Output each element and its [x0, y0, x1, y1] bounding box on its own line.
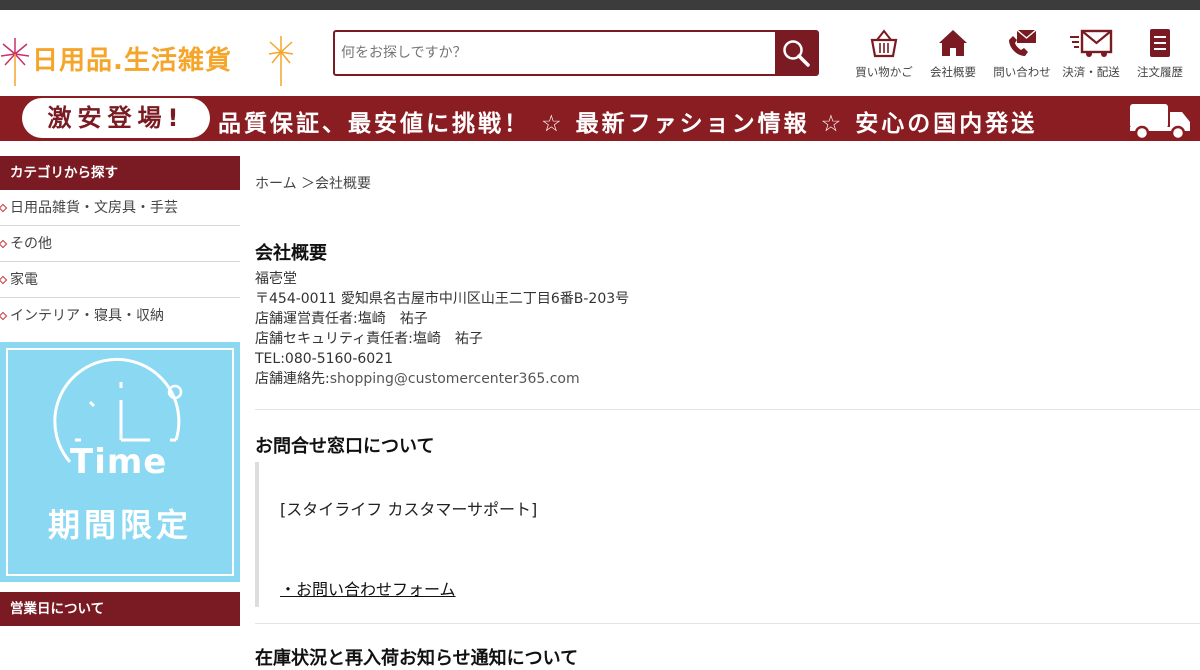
security-manager: 店舗セキュリティ責任者:塩崎 祐子	[255, 331, 483, 347]
category-list: 日用品雑貨・文房具・手芸 その他 家電 インテリア・寝具・収納	[0, 190, 240, 334]
nav-delivery-label: 決済・配送	[1062, 65, 1120, 79]
site-header: 日用品.生活雑貨 何をお探しですか？ 買い物かご 会社概要 問い合わせ 決済・配…	[0, 10, 1200, 96]
store-contact: 店舗連絡先:shopping@customercenter365.com	[255, 369, 1200, 389]
inquiry-block: [スタイライフ カスタマーサポート] ・お問い合わせフォーム	[255, 462, 1200, 607]
company-tel: TEL:080-5160-6021	[255, 351, 393, 367]
banner-badge: 激安登場!	[22, 98, 210, 138]
promo-label: 期間限定	[47, 506, 192, 544]
category-item[interactable]: インテリア・寝具・収納	[0, 298, 240, 334]
nav-company-label: 会社概要	[930, 65, 976, 79]
divider	[255, 409, 1200, 410]
sidebar: カテゴリから探す 日用品雑貨・文房具・手芸 その他 家電 インテリア・寝具・収納…	[0, 156, 240, 626]
category-heading: カテゴリから探す	[0, 156, 240, 190]
nav-cart[interactable]: 買い物かご	[850, 28, 918, 80]
category-item[interactable]: 日用品雑貨・文房具・手芸	[0, 190, 240, 226]
limited-time-banner[interactable]: Time 期間限定	[0, 342, 240, 582]
store-contact-label: 店舗連絡先:	[255, 371, 330, 387]
header-nav: 買い物かご 会社概要 問い合わせ 決済・配送 注文履歴	[849, 28, 1194, 80]
company-name: 福壱堂	[255, 271, 297, 287]
contact-email[interactable]: shopping@customercenter365.com	[330, 371, 580, 387]
basket-icon	[870, 29, 898, 58]
firework-icon	[268, 36, 294, 86]
promo-banner[interactable]: 激安登場! 品質保証、最安値に挑戦！ ☆ 最新ファション情報 ☆ 安心の国内発送	[0, 96, 1200, 141]
search-button[interactable]	[775, 32, 817, 74]
search-input[interactable]	[335, 32, 775, 74]
phone-mail-icon	[1009, 29, 1037, 56]
nav-orders[interactable]: 注文履歴	[1126, 28, 1194, 80]
firework-icon	[0, 38, 30, 86]
promo-word: Time	[70, 442, 168, 482]
page-title: 会社概要	[255, 243, 327, 264]
store-manager: 店舗運営責任者:塩崎 祐子	[255, 311, 428, 327]
nav-company[interactable]: 会社概要	[919, 28, 987, 80]
nav-delivery[interactable]: 決済・配送	[1057, 28, 1125, 80]
logo-text: 日用品.生活雑貨	[32, 46, 232, 76]
truck-icon	[1130, 104, 1190, 140]
main-content: ホーム ＞会社概要 会社概要 福壱堂 〒454-0011 愛知県名古屋市中川区山…	[255, 156, 1200, 670]
nav-orders-label: 注文履歴	[1137, 65, 1183, 79]
divider	[255, 623, 1200, 624]
inquiry-heading: お問合せ窓口について	[255, 436, 435, 457]
top-bar	[0, 0, 1200, 10]
nav-contact-label: 問い合わせ	[993, 65, 1051, 79]
contact-form-link[interactable]: ・お問い合わせフォーム	[280, 576, 456, 600]
search-bar	[333, 30, 819, 76]
support-name: [スタイライフ カスタマーサポート]	[280, 500, 538, 519]
list-icon	[1150, 29, 1170, 57]
nav-contact[interactable]: 問い合わせ	[988, 28, 1056, 80]
category-item[interactable]: 家電	[0, 262, 240, 298]
stock-notice-heading: 在庫状況と再入荷お知らせ通知について	[255, 648, 579, 669]
delivery-mail-icon	[1070, 29, 1113, 57]
category-item[interactable]: その他	[0, 226, 240, 262]
banner-text: 品質保証、最安値に挑戦！ ☆ 最新ファション情報 ☆ 安心の国内発送	[218, 111, 1038, 137]
business-days-heading: 営業日について	[0, 592, 240, 626]
nav-cart-label: 買い物かご	[855, 65, 913, 79]
search-icon	[783, 40, 810, 67]
site-logo[interactable]: 日用品.生活雑貨	[0, 32, 300, 88]
home-icon	[939, 30, 967, 56]
breadcrumb[interactable]: ホーム ＞会社概要	[255, 173, 1200, 193]
company-info: 福壱堂 〒454-0011 愛知県名古屋市中川区山王二丁目6番B-203号 店舗…	[255, 269, 1200, 389]
company-address: 〒454-0011 愛知県名古屋市中川区山王二丁目6番B-203号	[255, 291, 630, 307]
